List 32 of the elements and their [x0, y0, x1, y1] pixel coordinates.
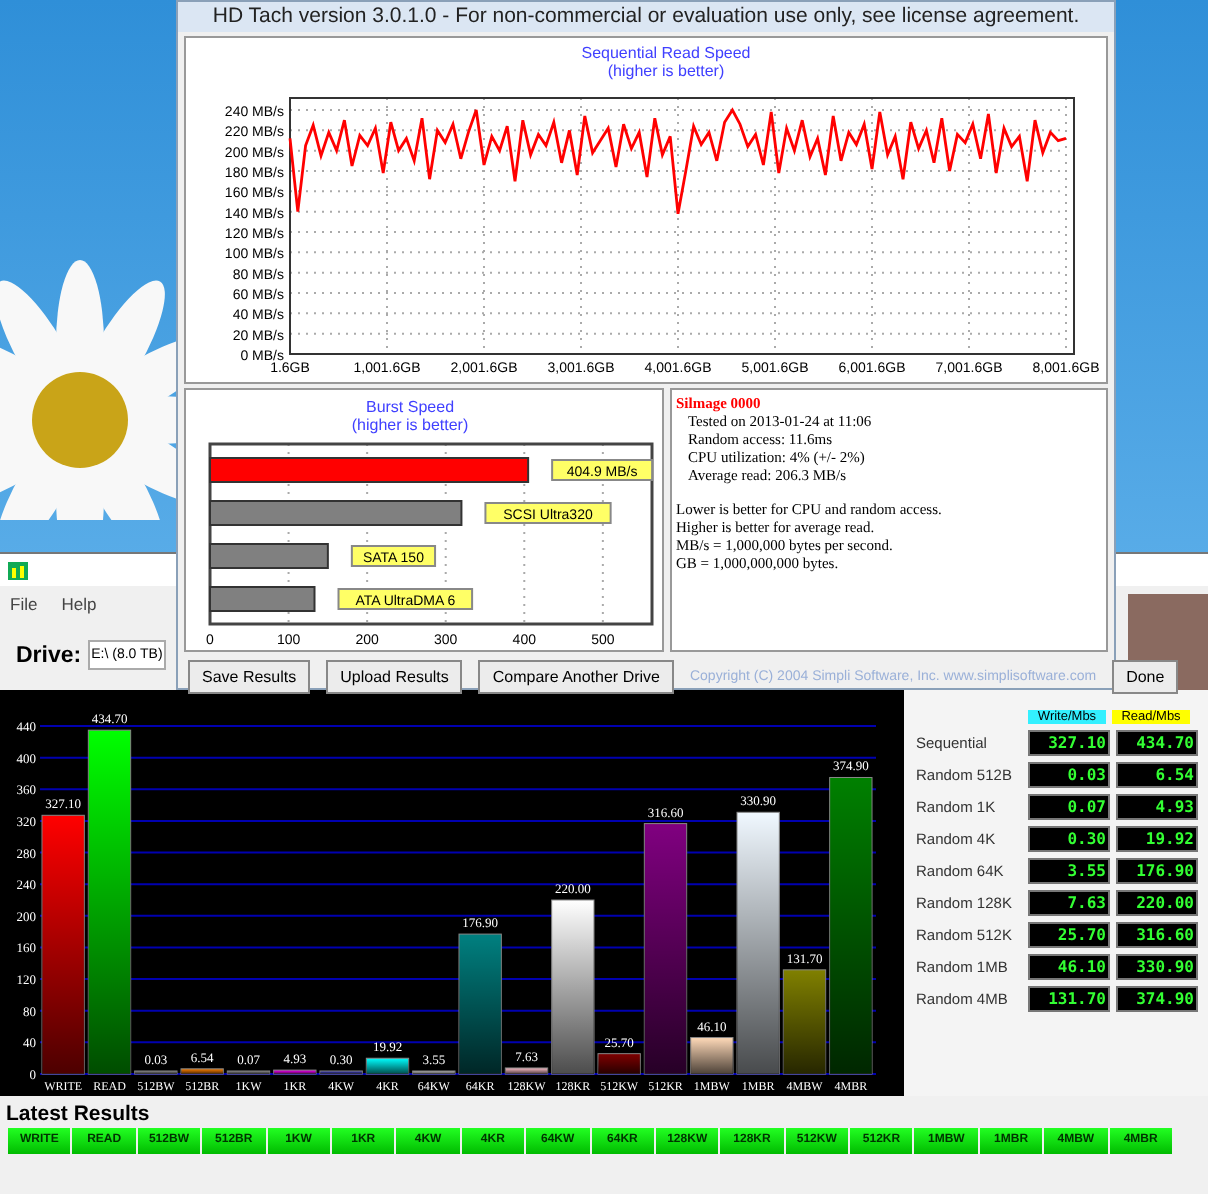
- write-value: 46.10: [1028, 953, 1110, 979]
- write-value: 0.03: [1028, 761, 1110, 787]
- action-button[interactable]: Compare Another Drive: [478, 660, 674, 694]
- write-value: 3.55: [1028, 857, 1110, 883]
- section-title: Latest Results: [4, 1100, 152, 1128]
- read-value: 4.93: [1116, 793, 1198, 819]
- window-title: HD Tach version 3.0.1.0 - For non-commercial or evaluation use only, see license agreement.: [178, 2, 1114, 32]
- read-value: 434.70: [1116, 729, 1198, 755]
- menu-item[interactable]: Help: [61, 593, 97, 613]
- read-value: 374.90: [1116, 985, 1198, 1011]
- app-icon: [8, 561, 28, 579]
- drive-label: Drive:: [16, 643, 82, 667]
- done-button[interactable]: Done: [1112, 660, 1179, 694]
- read-value: 6.54: [1116, 761, 1198, 787]
- write-value: 25.70: [1028, 921, 1110, 947]
- write-value: 131.70: [1028, 985, 1110, 1011]
- write-value: 0.30: [1028, 825, 1110, 851]
- read-value: 19.92: [1116, 825, 1198, 851]
- action-button[interactable]: Save Results: [188, 660, 311, 694]
- read-value: 220.00: [1116, 889, 1198, 915]
- read-value: 330.90: [1116, 953, 1198, 979]
- menu-item[interactable]: File: [10, 593, 38, 613]
- chart-title: Burst Speed: [365, 398, 455, 416]
- write-value: 327.10: [1028, 729, 1110, 755]
- write-value: 0.07: [1028, 793, 1110, 819]
- write-value: 7.63: [1028, 889, 1110, 915]
- read-value: 176.90: [1116, 857, 1198, 883]
- read-value: 316.60: [1116, 921, 1198, 947]
- chart-subtitle: (higher is better): [351, 416, 469, 434]
- action-button[interactable]: Upload Results: [326, 660, 463, 694]
- chart-title: Sequential Read Speed: [581, 44, 751, 62]
- chart-subtitle: (higher is better): [607, 62, 725, 80]
